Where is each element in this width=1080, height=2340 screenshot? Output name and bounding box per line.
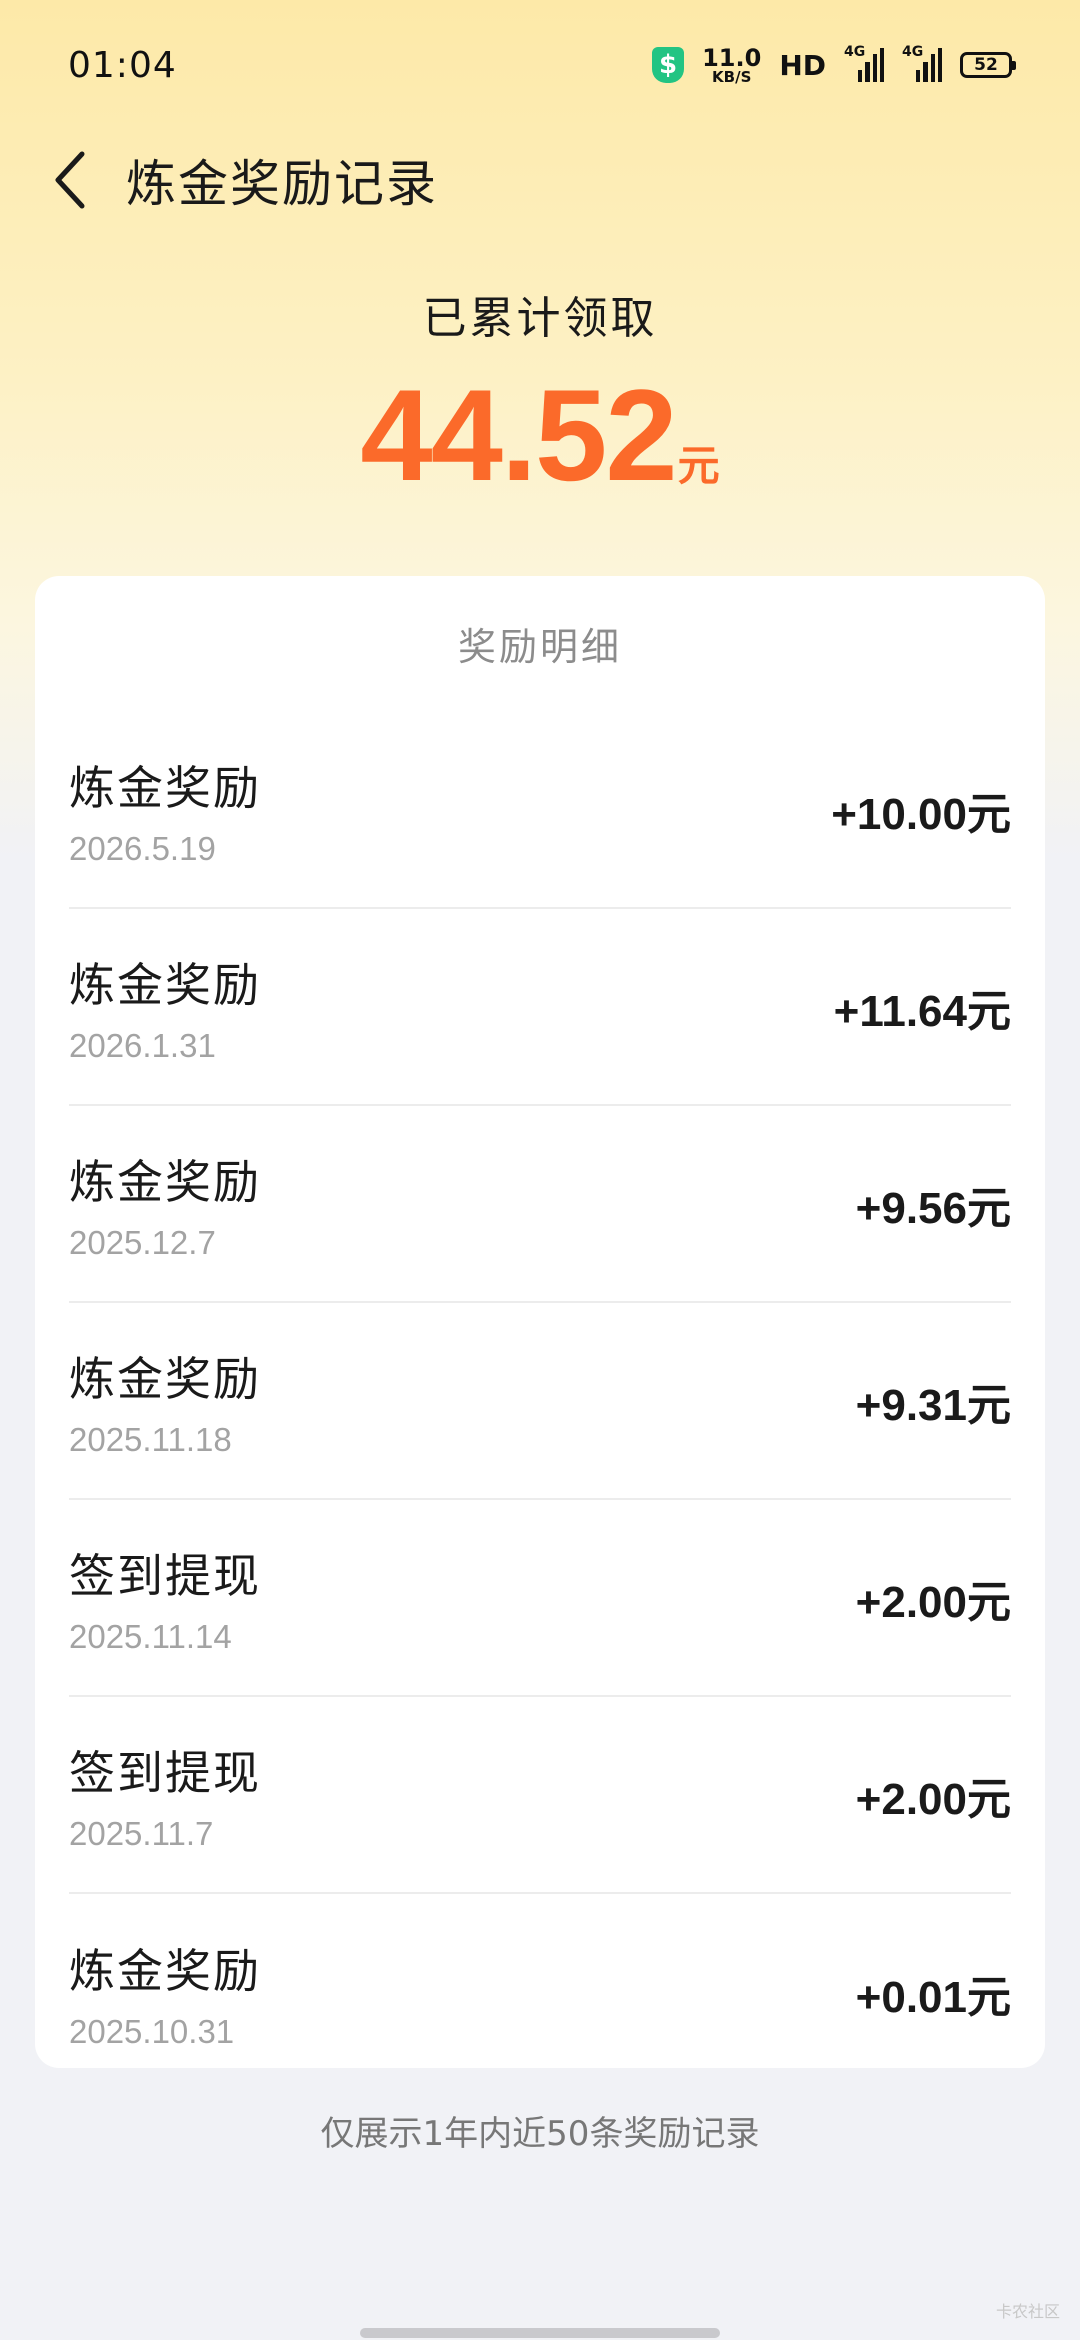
reward-amount: +0.01元 [855,1972,1011,2022]
reward-name: 炼金奖励 [69,1943,261,1998]
reward-name: 炼金奖励 [69,1351,261,1406]
reward-name: 炼金奖励 [69,1154,261,1209]
reward-row: 炼金奖励 2025.11.18 +9.31元 [69,1303,1011,1500]
reward-row: 签到提现 2025.11.14 +2.00元 [69,1500,1011,1697]
watermark: 卡农社区 [995,2302,1060,2321]
reward-date: 2026.5.19 [69,829,216,867]
total-label: 已累计领取 [422,293,658,344]
shield-dollar-icon: $ [652,47,685,83]
network-speed-value: 11.0 [702,43,762,72]
reward-amount: +9.31元 [855,1380,1011,1430]
total-amount-unit: 元 [677,441,720,490]
reward-row: 炼金奖励 2025.12.7 +9.56元 [69,1106,1011,1303]
reward-date: 2026.1.31 [69,1026,216,1064]
battery-icon: 52 [960,52,1016,78]
reward-row: 炼金奖励 2026.1.31 +11.64元 [69,909,1011,1106]
reward-amount: +10.00元 [831,789,1011,839]
network-speed: 11.0 KB/S [702,46,761,85]
signal-label: 4G [844,44,866,60]
network-speed-unit: KB/S [712,67,752,86]
header: 炼金奖励记录 [0,130,1080,230]
reward-amount: +2.00元 [855,1774,1011,1824]
reward-name: 炼金奖励 [69,760,261,815]
reward-date: 2025.11.18 [69,1420,232,1458]
reward-row: 炼金奖励 2025.10.31 +0.01元 [69,1894,1011,2091]
total-amount: 44.52元 [0,360,1080,510]
card-title: 奖励明细 [457,625,622,669]
reward-date: 2025.11.7 [69,1814,214,1852]
page-title: 炼金奖励记录 [126,155,438,213]
signal-icon: 4G [902,44,942,82]
reward-date: 2025.12.7 [69,1223,216,1261]
reward-row: 炼金奖励 2026.5.19 +10.00元 [69,712,1011,909]
reward-amount: +9.56元 [855,1183,1011,1233]
reward-date: 2025.11.14 [69,1617,232,1655]
reward-amount: +11.64元 [833,986,1011,1036]
reward-record-page: 01:04 $ 11.0 KB/S HD 4G 4G 52 炼金奖励记录 已累计… [0,0,1080,2340]
footnote: 仅展示1年内近50条奖励记录 [320,2114,760,2154]
hd-icon: HD [779,48,826,82]
reward-amount: +2.00元 [855,1577,1011,1627]
reward-name: 签到提现 [69,1745,261,1800]
reward-row: 签到提现 2025.11.7 +2.00元 [69,1697,1011,1894]
home-indicator[interactable] [360,2328,720,2338]
signal-icon: 4G [844,44,884,82]
reward-detail-card: 奖励明细 炼金奖励 2026.5.19 +10.00元 炼金奖励 2026.1.… [35,576,1045,2068]
signal-label: 4G [902,44,924,60]
total-amount-value: 44.52 [360,362,677,508]
reward-name: 炼金奖励 [69,957,261,1012]
status-time: 01:04 [68,44,177,86]
status-icons: $ 11.0 KB/S HD 4G 4G 52 [652,44,1016,85]
reward-date: 2025.10.31 [69,2012,235,2050]
status-bar: 01:04 $ 11.0 KB/S HD 4G 4G 52 [0,0,1080,130]
reward-name: 签到提现 [69,1548,261,1603]
chevron-left-icon[interactable] [30,140,110,220]
